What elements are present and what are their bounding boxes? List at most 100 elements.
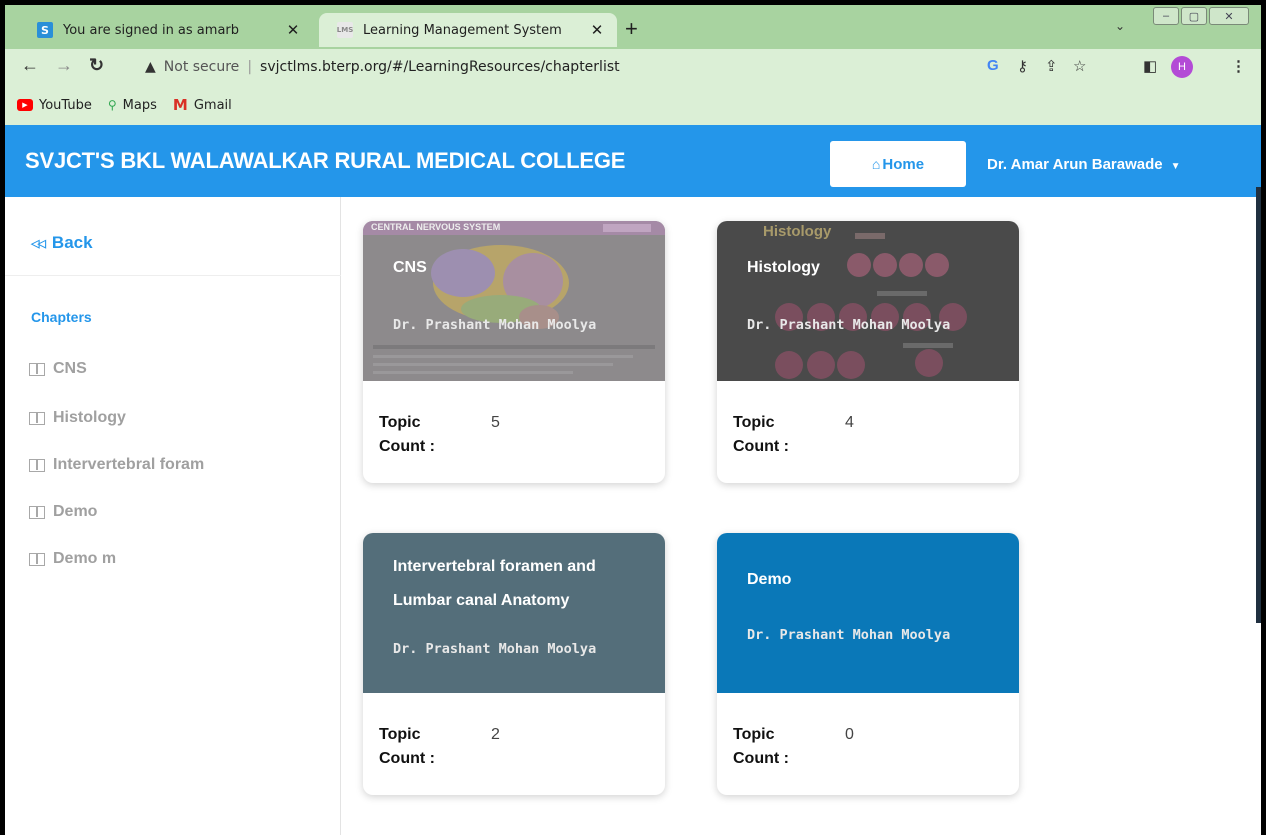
chapters-heading: Chapters [31,309,92,325]
sidebar-item-cns[interactable]: CNS [29,360,87,378]
caret-down-icon: ▼ [1170,161,1181,172]
card-author: Dr. Prashant Mohan Moolya [747,627,951,643]
google-translate-icon[interactable]: G [987,57,999,74]
tab-search-chevron-icon[interactable]: ⌄ [1115,19,1125,33]
sidebar: ◁◁ Back Chapters CNS Histology Intervert… [5,197,341,835]
window-controls: – ▢ ✕ [1153,7,1249,25]
url-separator: | [247,59,253,75]
card-cover: Demo Dr. Prashant Mohan Moolya [717,533,1019,693]
bookmarks-bar: ▶ YouTube ⚲ Maps M Gmail [5,85,1261,125]
forward-arrow-icon[interactable]: → [55,55,73,76]
sidebar-item-demo[interactable]: Demo [29,503,97,521]
menu-kebab-icon[interactable]: ⋮ [1231,57,1246,75]
chapter-card-demo[interactable]: Demo Dr. Prashant Mohan Moolya Topic Cou… [717,533,1019,795]
topic-count-label: Topic Count : [379,726,435,767]
site-favicon-icon: S [37,22,53,38]
brain-diagram-image [363,221,665,374]
sidebar-item-label: Intervertebral foram [53,456,205,473]
cover-caption: Histology [763,223,832,240]
bookmark-label: YouTube [39,97,92,113]
topic-count-value: 2 [491,726,500,743]
topic-count-value: 5 [491,414,500,431]
bookmark-star-icon[interactable]: ☆ [1073,57,1086,75]
bookmark-gmail[interactable]: M Gmail [173,96,232,114]
home-button[interactable]: ⌂ Home [830,141,966,187]
sidebar-item-histology[interactable]: Histology [29,409,126,427]
sidebar-item-label: Demo m [53,550,117,567]
maximize-icon[interactable]: ▢ [1181,7,1207,25]
reload-icon[interactable]: ↻ [89,55,104,76]
card-title: CNS [393,259,427,276]
close-window-icon[interactable]: ✕ [1209,7,1249,25]
college-title: SVJCT'S BKL WALAWALKAR RURAL MEDICAL COL… [25,148,626,173]
side-panel-icon[interactable]: ◧ [1143,57,1157,75]
address-bar[interactable]: ▲ Not secure | svjctlms.bterp.org/#/Lear… [145,53,1261,81]
close-tab-icon[interactable]: ✕ [281,21,305,39]
topic-count-value: 4 [845,414,854,431]
back-link[interactable]: ◁◁ Back [31,233,93,253]
card-cover: Intervertebral foramen and Lumbar canal … [363,533,665,693]
user-menu[interactable]: Dr. Amar Arun Barawade ▼ [987,156,1181,173]
histology-slide-image [775,233,967,379]
url-text: svjctlms.bterp.org/#/LearningResources/c… [260,59,620,75]
back-label: Back [51,233,93,252]
sidebar-item-demo-m[interactable]: Demo m [29,550,116,568]
tab-lms[interactable]: LMS Learning Management System ✕ [319,13,617,47]
topic-count-value: 0 [845,726,854,743]
card-cover-image: CENTRAL NERVOUS SYSTEM CNS Dr. Prashant … [363,221,665,381]
tab-title: Learning Management System [363,22,562,38]
home-label: Home [882,155,925,173]
browser-toolbar: ← → ↻ ▲ Not secure | svjctlms.bterp.org/… [5,49,1261,85]
book-icon [29,411,45,425]
topic-count-label: Topic Count : [733,726,789,767]
browser-window: S You are signed in as amarb ✕ LMS Learn… [5,5,1261,835]
bookmark-maps[interactable]: ⚲ Maps [108,98,157,113]
double-chevron-left-icon: ◁◁ [31,237,46,250]
sidebar-item-label: CNS [53,360,87,377]
not-secure-label: Not secure [163,59,240,75]
app-header: SVJCT'S BKL WALAWALKAR RURAL MEDICAL COL… [5,125,1261,197]
user-name: Dr. Amar Arun Barawade [987,156,1163,173]
tab-strip: S You are signed in as amarb ✕ LMS Learn… [5,5,1261,49]
gmail-icon: M [172,96,188,114]
card-author: Dr. Prashant Mohan Moolya [393,317,597,333]
card-cover-image: Histology Histology Dr. Prashant Mohan M… [717,221,1019,381]
minimize-icon[interactable]: – [1153,7,1179,25]
sidebar-divider [5,275,341,276]
card-title: Demo [747,571,792,588]
close-tab-icon[interactable]: ✕ [585,21,609,39]
new-tab-button[interactable]: + [625,18,638,40]
tab-title: You are signed in as amarb [63,22,240,38]
card-author: Dr. Prashant Mohan Moolya [747,317,951,333]
card-author: Dr. Prashant Mohan Moolya [393,641,597,657]
share-icon[interactable]: ⇪ [1045,57,1058,75]
sidebar-item-intervertebral[interactable]: Intervertebral foram [29,456,204,474]
sidebar-item-label: Histology [53,409,126,426]
maps-icon: ⚲ [107,98,117,112]
chapter-card-cns[interactable]: CENTRAL NERVOUS SYSTEM CNS Dr. Prashant … [363,221,665,483]
topic-count-label: Topic Count : [733,414,789,455]
chapter-card-histology[interactable]: Histology Histology Dr. Prashant Mohan M… [717,221,1019,483]
book-icon [29,458,45,472]
back-arrow-icon[interactable]: ← [21,55,39,76]
warning-icon: ▲ [145,59,156,75]
cover-caption: CENTRAL NERVOUS SYSTEM [371,222,501,232]
key-icon[interactable]: ⚷ [1017,57,1028,75]
home-icon: ⌂ [871,156,881,172]
book-icon [29,505,45,519]
youtube-icon: ▶ [17,99,33,111]
chapter-card-intervertebral[interactable]: Intervertebral foramen and Lumbar canal … [363,533,665,795]
sidebar-item-label: Demo [53,503,98,520]
page-scrollbar[interactable] [1256,187,1261,623]
card-title: Intervertebral foramen and Lumbar canal … [393,558,596,609]
tab-signed-in[interactable]: S You are signed in as amarb ✕ [19,13,313,47]
book-icon [29,362,45,376]
lms-favicon-icon: LMS [337,22,353,38]
card-title: Histology [747,259,820,276]
book-icon [29,552,45,566]
profile-avatar[interactable]: H [1171,56,1193,78]
bookmark-youtube[interactable]: ▶ YouTube [17,98,92,113]
bookmark-label: Gmail [193,97,232,113]
topic-count-label: Topic Count : [379,414,435,455]
bookmark-label: Maps [122,97,157,113]
